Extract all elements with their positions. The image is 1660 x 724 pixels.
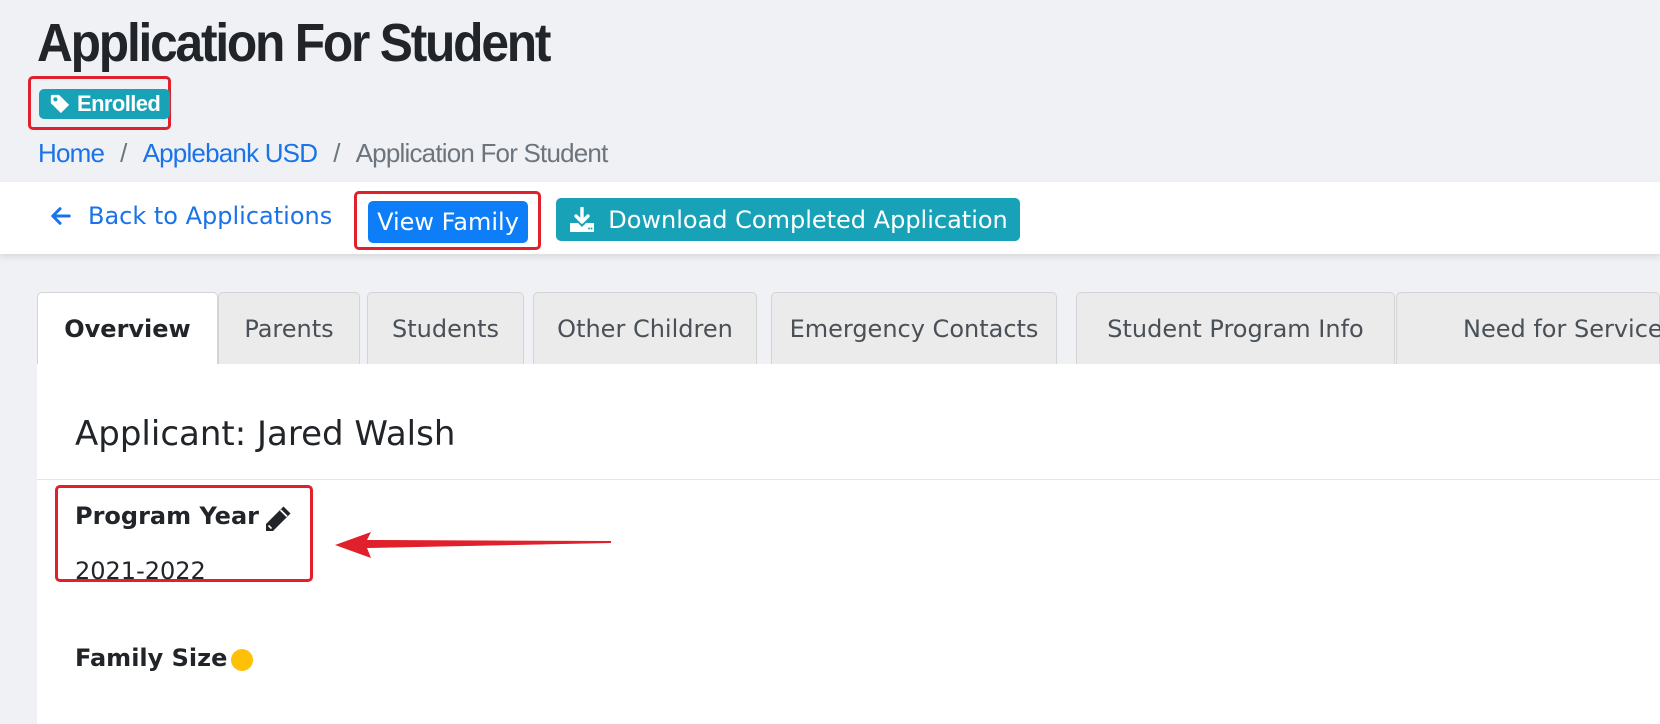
overview-panel: Applicant: Jared Walsh Program Year 2021… bbox=[37, 364, 1660, 724]
family-size-label: Family Size bbox=[75, 644, 228, 672]
program-year-value: 2021-2022 bbox=[75, 557, 206, 585]
back-to-applications-link[interactable]: Back to Applications bbox=[50, 202, 332, 230]
arrow-left-icon bbox=[51, 207, 71, 225]
program-year-label: Program Year bbox=[75, 502, 259, 530]
tab-overview[interactable]: Overview bbox=[37, 292, 218, 365]
application-tabs: Overview Parents Students Other Children… bbox=[37, 292, 1660, 365]
tag-icon bbox=[50, 94, 70, 114]
tab-other-children[interactable]: Other Children bbox=[533, 292, 757, 364]
section-divider bbox=[37, 479, 1660, 480]
tab-label: Student Program Info bbox=[1107, 314, 1364, 343]
warning-dot-icon bbox=[231, 649, 253, 671]
page-title: Application For Student bbox=[37, 13, 551, 73]
view-family-button[interactable]: View Family bbox=[368, 201, 528, 243]
breadcrumb: Home / Applebank USD / Application For Stude… bbox=[38, 138, 608, 169]
status-badge: Enrolled bbox=[39, 89, 171, 119]
tab-need-for-service[interactable]: Need for Service bbox=[1396, 292, 1660, 364]
tab-label: Other Children bbox=[557, 314, 733, 343]
tab-label: Overview bbox=[64, 315, 191, 343]
breadcrumb-current: Application For Student bbox=[355, 138, 609, 168]
breadcrumb-home-link[interactable]: Home bbox=[38, 138, 105, 168]
breadcrumb-district-link[interactable]: Applebank USD bbox=[143, 138, 318, 168]
breadcrumb-separator: / bbox=[333, 138, 340, 168]
applicant-heading: Applicant: Jared Walsh bbox=[75, 414, 456, 454]
pencil-icon[interactable] bbox=[263, 504, 293, 534]
status-badge-label: Enrolled bbox=[77, 91, 161, 116]
page-header: Application For Student Enrolled Home / Ap… bbox=[0, 0, 1660, 182]
tab-parents[interactable]: Parents bbox=[218, 292, 360, 364]
download-icon bbox=[570, 206, 595, 232]
action-toolbar: Back to Applications View Family Downloa… bbox=[0, 182, 1660, 254]
annotation-arrow bbox=[335, 532, 611, 558]
breadcrumb-separator: / bbox=[120, 138, 127, 168]
tab-student-program-info[interactable]: Student Program Info bbox=[1076, 292, 1395, 364]
download-application-button[interactable]: Download Completed Application bbox=[556, 198, 1020, 241]
status-highlight-box: Enrolled bbox=[28, 76, 171, 130]
tab-label: Need for Service bbox=[1463, 314, 1660, 343]
view-family-highlight-box: View Family bbox=[354, 191, 541, 250]
tab-label: Students bbox=[392, 314, 499, 343]
download-application-label: Download Completed Application bbox=[608, 205, 1008, 234]
tab-label: Parents bbox=[244, 314, 334, 343]
back-to-applications-label: Back to Applications bbox=[88, 202, 333, 230]
tab-students[interactable]: Students bbox=[367, 292, 524, 364]
tab-label: Emergency Contacts bbox=[789, 314, 1039, 343]
tab-emergency-contacts[interactable]: Emergency Contacts bbox=[771, 292, 1057, 364]
